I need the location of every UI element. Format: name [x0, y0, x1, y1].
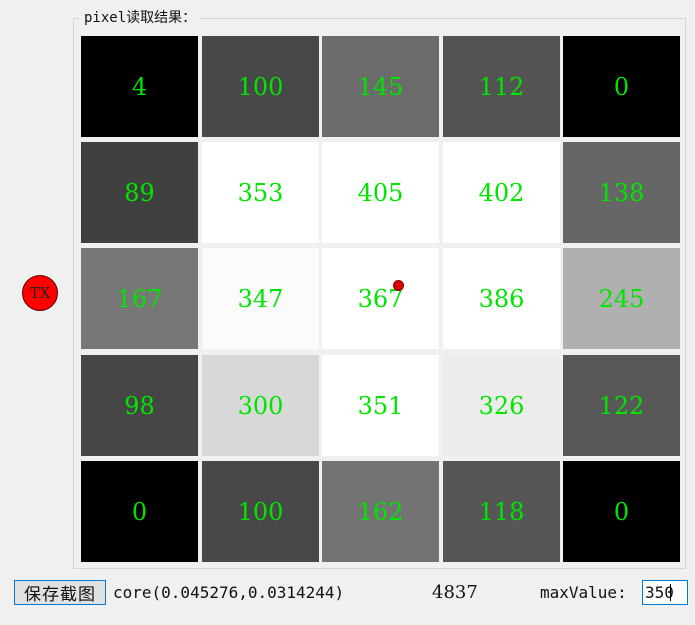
pixel-cell: 122 — [563, 355, 680, 456]
pixel-cell: 118 — [443, 461, 560, 562]
pixel-cell: 0 — [563, 461, 680, 562]
pixel-cell: 0 — [563, 36, 680, 137]
save-screenshot-button[interactable]: 保存截图 — [14, 580, 106, 605]
max-value-label: maxValue: — [540, 583, 627, 602]
pixel-grid: 4 100 145 112 0 89 353 405 402 138 167 347 367 386 245… — [81, 36, 681, 565]
pixel-cell: 386 — [443, 248, 560, 349]
pixel-cell: 100 — [202, 461, 319, 562]
pixel-cell: 167 — [81, 248, 198, 349]
pixel-cell: 4 — [81, 36, 198, 137]
pixel-cell: 89 — [81, 142, 198, 243]
pixel-cell: 351 — [322, 355, 439, 456]
pixel-count: 4837 — [432, 582, 478, 603]
pixel-cell: 0 — [81, 461, 198, 562]
pixel-cell: 138 — [563, 142, 680, 243]
pixel-cell: 245 — [563, 248, 680, 349]
pixel-cell: 347 — [202, 248, 319, 349]
core-coordinates: core(0.045276,0.0314244) — [113, 583, 345, 602]
group-title: pixel读取结果： — [80, 9, 201, 27]
red-dot-marker-icon — [393, 280, 404, 291]
pixel-cell: 145 — [322, 36, 439, 137]
max-value-input[interactable]: 350 — [642, 580, 688, 605]
pixel-cell: 162 — [322, 461, 439, 562]
pixel-cell: 353 — [202, 142, 319, 243]
tx-button[interactable]: TX — [22, 275, 58, 311]
pixel-cell: 112 — [443, 36, 560, 137]
pixel-cell: 326 — [443, 355, 560, 456]
pixel-cell: 98 — [81, 355, 198, 456]
pixel-cell: 367 — [322, 248, 439, 349]
text-caret — [669, 584, 671, 601]
pixel-cell: 402 — [443, 142, 560, 243]
main-window: pixel读取结果： 4 100 145 112 0 89 353 405 402 138 167 3… — [0, 0, 695, 625]
pixel-cell: 100 — [202, 36, 319, 137]
pixel-cell: 405 — [322, 142, 439, 243]
pixel-cell: 300 — [202, 355, 319, 456]
